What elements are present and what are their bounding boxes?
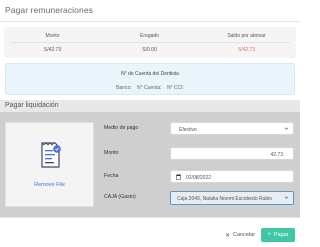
close-icon: ✕ xyxy=(224,232,231,239)
bank-account-title: N° de Cuenta del Dentista xyxy=(121,71,179,77)
monto-label: Monto xyxy=(104,150,119,156)
form-row-monto: Monto 42.73 xyxy=(100,147,297,160)
payment-section-header: Pagar liquidación xyxy=(0,100,300,113)
form-row-medio: Medio de pago Efectivo xyxy=(100,122,297,135)
document-file-icon xyxy=(41,142,61,168)
payment-form: Medio de pago Efectivo Monto 42.73 Fecha xyxy=(100,122,297,210)
summary-header-monto: Monto xyxy=(45,33,60,39)
medio-de-pago-value: Efectivo xyxy=(179,126,197,133)
summary-header-saldo: Saldo por abonar xyxy=(227,33,266,39)
payment-modal: Pagar remuneraciones Monto S/42.73 Eroga… xyxy=(0,0,300,247)
modal-title: Pagar remuneraciones xyxy=(5,5,93,15)
modal-footer: ✕ Cancelar + Pagar xyxy=(0,217,300,247)
remove-file-link[interactable]: Remove File xyxy=(6,182,93,188)
form-row-fecha: Fecha 02/08/2022 xyxy=(100,170,297,183)
calendar-icon xyxy=(176,174,181,180)
monto-input[interactable]: 42.73 xyxy=(170,147,294,160)
summary-column-saldo: Saldo por abonar S/42.73 xyxy=(198,27,295,58)
summary-value-monto: S/42.73 xyxy=(43,47,62,53)
summary-panel: Monto S/42.73 Erogado S/0.00 Saldo por a… xyxy=(4,27,296,58)
plus-icon: + xyxy=(267,232,271,238)
fecha-date-input[interactable]: 02/08/2022 xyxy=(170,170,294,183)
pay-button[interactable]: + Pagar xyxy=(261,228,295,242)
caja-gasto-select[interactable]: Caja 2049, Natalia Noemi Escobedo Rubio xyxy=(170,191,294,205)
fecha-label: Fecha xyxy=(104,173,119,179)
medio-de-pago-label: Medio de pago xyxy=(104,125,139,131)
bank-account-details: Banco: N° Cuenta: N° CCI: xyxy=(6,85,294,91)
summary-column-monto: Monto S/42.73 xyxy=(4,27,101,58)
chevron-down-icon xyxy=(284,196,289,199)
pay-button-label: Pagar xyxy=(273,232,289,238)
fecha-value: 02/08/2022 xyxy=(186,174,212,181)
cancel-button[interactable]: ✕ Cancelar xyxy=(225,229,255,241)
cancel-button-label: Cancelar xyxy=(233,232,256,238)
bank-account-panel: N° de Cuenta del Dentista Banco: N° Cuen… xyxy=(5,63,295,95)
form-row-caja: CAJA (Gasto) Caja 2049, Natalia Noemi Es… xyxy=(100,191,297,205)
monto-value: 42.73 xyxy=(270,151,283,158)
caja-gasto-value: Caja 2049, Natalia Noemi Escobedo Rubio xyxy=(177,196,273,202)
summary-value-saldo: S/42.73 xyxy=(237,47,256,53)
medio-de-pago-select[interactable]: Efectivo xyxy=(170,122,294,135)
cci-label: N° CCI: xyxy=(166,85,184,91)
bank-label: Banco: xyxy=(116,85,132,91)
chevron-down-icon xyxy=(284,127,289,130)
file-upload-area[interactable]: Remove File xyxy=(5,122,94,207)
summary-value-erogado: S/0.00 xyxy=(142,47,157,53)
summary-header-erogado: Erogado xyxy=(140,33,159,39)
modal-header: Pagar remuneraciones xyxy=(0,0,300,22)
account-number-label: N° Cuenta: xyxy=(137,85,162,91)
summary-column-erogado: Erogado S/0.00 xyxy=(101,27,198,58)
caja-gasto-label: CAJA (Gasto) xyxy=(104,194,136,200)
payment-section-title: Pagar liquidación xyxy=(5,102,59,109)
